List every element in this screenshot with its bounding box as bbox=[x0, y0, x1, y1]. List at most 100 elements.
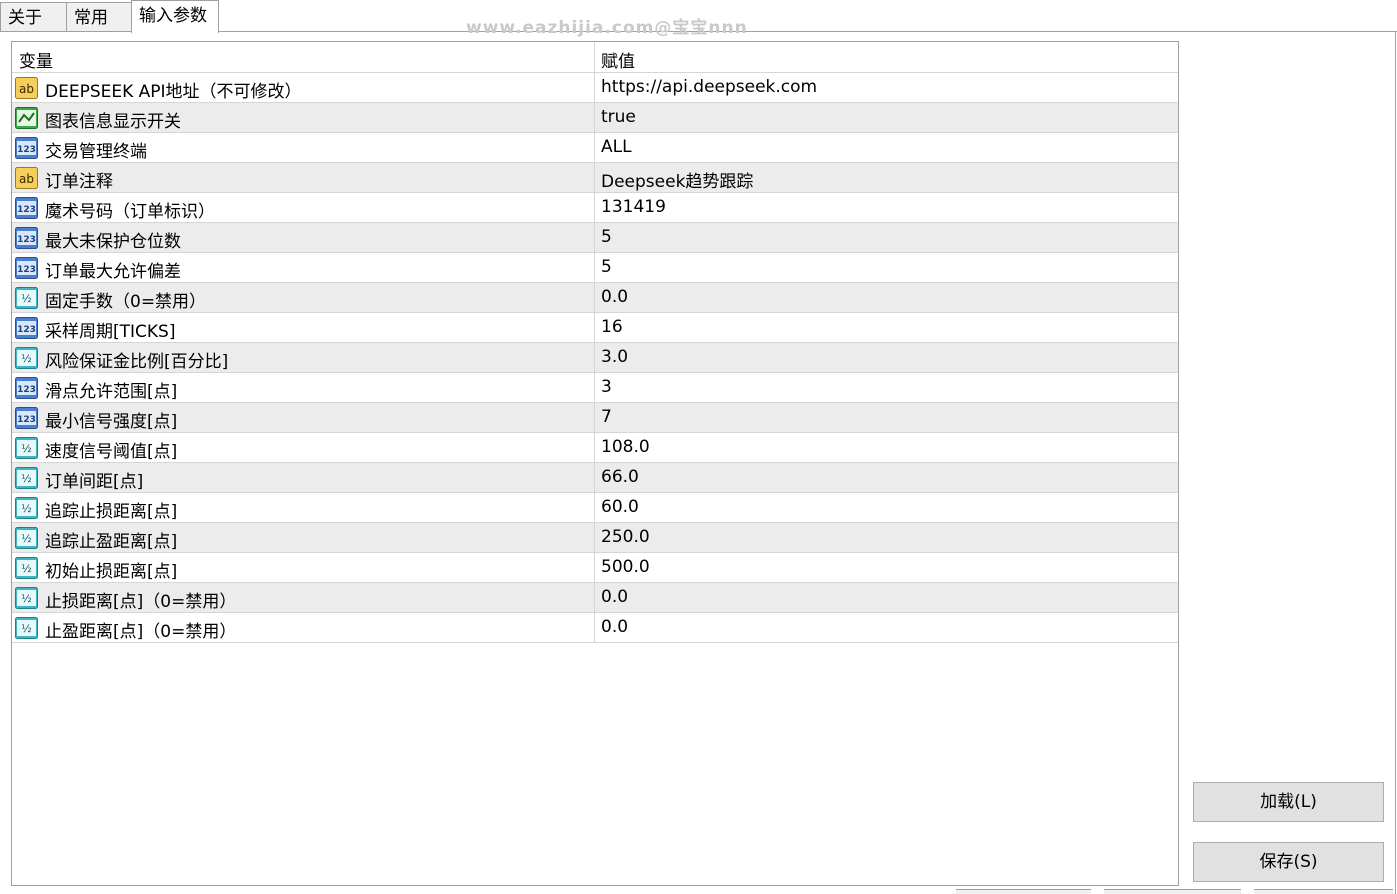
table-row[interactable]: 123 最小信号强度[点] 7 bbox=[12, 403, 1178, 433]
param-value[interactable]: 108.0 bbox=[601, 437, 650, 457]
column-separator bbox=[594, 133, 595, 163]
column-separator bbox=[594, 433, 595, 463]
string-type-icon: ab bbox=[15, 167, 38, 189]
table-row[interactable]: ½ 止盈距离[点]（0=禁用） 0.0 bbox=[12, 613, 1178, 643]
tab-about[interactable]: 关于 bbox=[0, 2, 67, 32]
table-row[interactable]: ½ 初始止损距离[点] 500.0 bbox=[12, 553, 1178, 583]
param-value[interactable]: 0.0 bbox=[601, 617, 628, 637]
double-type-icon: ½ bbox=[15, 287, 38, 309]
tab-input-params-label: 输入参数 bbox=[139, 6, 207, 26]
header-variable[interactable]: 变量 bbox=[19, 47, 53, 72]
double-type-icon: ½ bbox=[15, 557, 38, 579]
param-name: 风险保证金比例[百分比] bbox=[45, 352, 229, 372]
tab-common[interactable]: 常用 bbox=[66, 2, 132, 32]
column-separator bbox=[594, 613, 595, 643]
param-value[interactable]: ALL bbox=[601, 137, 632, 157]
double-type-icon: ½ bbox=[15, 527, 38, 549]
column-separator bbox=[594, 403, 595, 433]
table-row[interactable]: 123 魔术号码（订单标识） 131419 bbox=[12, 193, 1178, 223]
param-value[interactable]: 250.0 bbox=[601, 527, 650, 547]
table-row[interactable]: ½ 订单间距[点] 66.0 bbox=[12, 463, 1178, 493]
param-value[interactable]: 3 bbox=[601, 377, 612, 397]
param-name: 最大未保护仓位数 bbox=[45, 232, 181, 252]
svg-text:123: 123 bbox=[17, 145, 36, 155]
double-type-icon: ½ bbox=[15, 617, 38, 639]
table-row[interactable]: ½ 速度信号阈值[点] 108.0 bbox=[12, 433, 1178, 463]
param-name: 固定手数（0=禁用） bbox=[45, 292, 207, 312]
table-row[interactable]: ab 订单注释 Deepseek趋势跟踪 bbox=[12, 163, 1178, 193]
param-value[interactable]: true bbox=[601, 107, 636, 127]
table-row[interactable]: 123 最大未保护仓位数 5 bbox=[12, 223, 1178, 253]
tab-input-params[interactable]: 输入参数 bbox=[131, 0, 219, 33]
table-row[interactable]: ½ 追踪止损距离[点] 60.0 bbox=[12, 493, 1178, 523]
column-separator bbox=[594, 523, 595, 553]
param-name: DEEPSEEK API地址（不可修改） bbox=[45, 82, 302, 102]
bottom-button-edge bbox=[1104, 889, 1241, 894]
column-separator bbox=[594, 163, 595, 193]
param-value[interactable]: 5 bbox=[601, 257, 612, 277]
param-value[interactable]: 131419 bbox=[601, 197, 666, 217]
param-value[interactable]: 3.0 bbox=[601, 347, 628, 367]
param-value[interactable]: Deepseek趋势跟踪 bbox=[601, 167, 753, 192]
bottom-button-edge bbox=[956, 889, 1091, 894]
column-separator bbox=[594, 223, 595, 253]
table-row[interactable]: 123 订单最大允许偏差 5 bbox=[12, 253, 1178, 283]
param-value[interactable]: 60.0 bbox=[601, 497, 639, 517]
column-separator bbox=[594, 313, 595, 343]
column-separator bbox=[594, 343, 595, 373]
svg-text:½: ½ bbox=[21, 352, 32, 365]
int-type-icon: 123 bbox=[15, 197, 38, 219]
param-value[interactable]: 5 bbox=[601, 227, 612, 247]
param-name: 止损距离[点]（0=禁用） bbox=[45, 592, 237, 612]
double-type-icon: ½ bbox=[15, 587, 38, 609]
param-value[interactable]: https://api.deepseek.com bbox=[601, 77, 817, 97]
param-name: 滑点允许范围[点] bbox=[45, 382, 178, 402]
double-type-icon: ½ bbox=[15, 467, 38, 489]
column-separator bbox=[594, 553, 595, 583]
param-value[interactable]: 7 bbox=[601, 407, 612, 427]
parameters-grid[interactable]: 变量 赋值 ab DEEPSEEK API地址（不可修改） https://api.… bbox=[11, 41, 1179, 886]
param-value[interactable]: 66.0 bbox=[601, 467, 639, 487]
column-separator bbox=[594, 253, 595, 283]
svg-text:123: 123 bbox=[17, 385, 36, 395]
column-separator bbox=[594, 103, 595, 133]
table-row[interactable]: 123 采样周期[TICKS] 16 bbox=[12, 313, 1178, 343]
param-value[interactable]: 16 bbox=[601, 317, 623, 337]
svg-text:123: 123 bbox=[17, 415, 36, 425]
param-value[interactable]: 500.0 bbox=[601, 557, 650, 577]
param-value[interactable]: 0.0 bbox=[601, 587, 628, 607]
table-row[interactable]: ½ 风险保证金比例[百分比] 3.0 bbox=[12, 343, 1178, 373]
table-row[interactable]: 123 交易管理终端 ALL bbox=[12, 133, 1178, 163]
column-separator bbox=[594, 73, 595, 103]
table-row[interactable]: ½ 固定手数（0=禁用） 0.0 bbox=[12, 283, 1178, 313]
svg-text:ab: ab bbox=[19, 82, 34, 96]
load-button[interactable]: 加载(L) bbox=[1193, 782, 1384, 822]
bool-type-icon bbox=[15, 107, 38, 129]
tab-about-label: 关于 bbox=[8, 8, 42, 28]
header-separator bbox=[594, 42, 595, 73]
svg-text:½: ½ bbox=[21, 622, 32, 635]
header-value[interactable]: 赋值 bbox=[601, 47, 635, 72]
int-type-icon: 123 bbox=[15, 407, 38, 429]
param-name: 魔术号码（订单标识） bbox=[45, 202, 215, 222]
param-name: 止盈距离[点]（0=禁用） bbox=[45, 622, 237, 642]
table-row[interactable]: 123 滑点允许范围[点] 3 bbox=[12, 373, 1178, 403]
param-name: 追踪止损距离[点] bbox=[45, 502, 178, 522]
svg-text:½: ½ bbox=[21, 502, 32, 515]
table-row[interactable]: ½ 追踪止盈距离[点] 250.0 bbox=[12, 523, 1178, 553]
table-row[interactable]: ½ 止损距离[点]（0=禁用） 0.0 bbox=[12, 583, 1178, 613]
string-type-icon: ab bbox=[15, 77, 38, 99]
bottom-button-edge bbox=[1254, 889, 1393, 894]
table-row[interactable]: ab DEEPSEEK API地址（不可修改） https://api.deepse… bbox=[12, 73, 1178, 103]
param-name: 追踪止盈距离[点] bbox=[45, 532, 178, 552]
table-row[interactable]: 图表信息显示开关 true bbox=[12, 103, 1178, 133]
double-type-icon: ½ bbox=[15, 437, 38, 459]
param-value[interactable]: 0.0 bbox=[601, 287, 628, 307]
svg-text:½: ½ bbox=[21, 532, 32, 545]
column-separator bbox=[594, 493, 595, 523]
save-button[interactable]: 保存(S) bbox=[1193, 842, 1384, 882]
svg-text:123: 123 bbox=[17, 325, 36, 335]
int-type-icon: 123 bbox=[15, 377, 38, 399]
param-name: 采样周期[TICKS] bbox=[45, 322, 176, 342]
svg-text:½: ½ bbox=[21, 442, 32, 455]
